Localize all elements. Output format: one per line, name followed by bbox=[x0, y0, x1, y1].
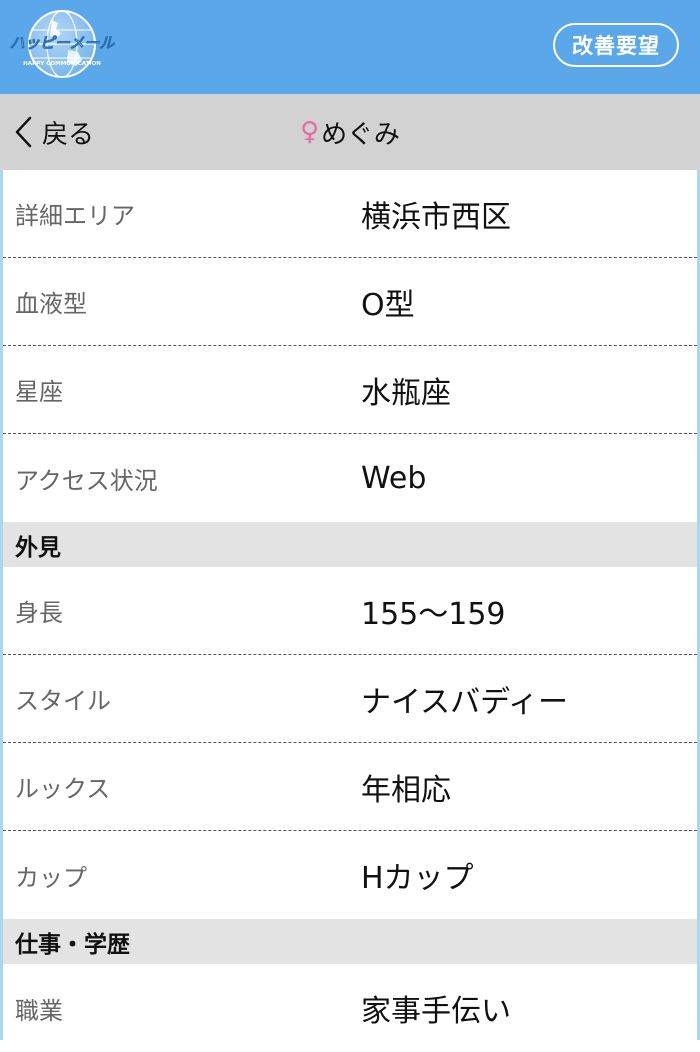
profile-row-area: 詳細エリア 横浜市西区 bbox=[3, 170, 697, 258]
row-value: 水瓶座 bbox=[361, 375, 451, 411]
profile-row-zodiac: 星座 水瓶座 bbox=[3, 346, 697, 434]
row-label: アクセス状況 bbox=[15, 466, 158, 495]
page-title: ♀ めぐみ bbox=[0, 94, 700, 170]
logo-text: ハッピーメール bbox=[10, 34, 115, 52]
row-label: 職業 bbox=[15, 996, 63, 1025]
profile-name: めぐみ bbox=[321, 119, 400, 150]
improvement-request-button[interactable]: 改善要望 bbox=[553, 23, 679, 67]
row-label: ルックス bbox=[15, 775, 111, 803]
globe-logo-icon: ハッピーメール HAPPY COMMUNICATION bbox=[9, 10, 115, 78]
row-label: 血液型 bbox=[15, 290, 87, 318]
profile-row-access: アクセス状況 Web bbox=[3, 434, 697, 522]
row-label: 身長 bbox=[15, 599, 63, 627]
row-value: 横浜市西区 bbox=[361, 199, 511, 235]
logo-subtext: HAPPY COMMUNICATION bbox=[23, 61, 101, 67]
profile-row-height: 身長 155〜159 bbox=[3, 567, 697, 655]
row-label: スタイル bbox=[15, 687, 111, 715]
row-value: O型 bbox=[361, 287, 415, 323]
nav-bar: 戻る ♀ めぐみ bbox=[0, 94, 700, 170]
profile-detail-list: 詳細エリア 横浜市西区 血液型 O型 星座 水瓶座 アクセス状況 Web 外見 … bbox=[0, 170, 700, 1040]
row-label: 詳細エリア bbox=[15, 202, 135, 230]
profile-row-cup: カップ Hカップ bbox=[3, 831, 697, 919]
section-header-work-education: 仕事・学歴 bbox=[3, 919, 697, 964]
row-value: Web bbox=[361, 460, 427, 496]
profile-row-style: スタイル ナイスバディー bbox=[3, 655, 697, 743]
section-header-appearance: 外見 bbox=[3, 522, 697, 567]
profile-row-occupation: 職業 家事手伝い bbox=[3, 964, 697, 1052]
profile-row-looks: ルックス 年相応 bbox=[3, 743, 697, 831]
profile-row-blood-type: 血液型 O型 bbox=[3, 258, 697, 346]
row-value: ナイスバディー bbox=[361, 684, 568, 720]
female-icon: ♀ bbox=[300, 117, 320, 147]
app-header: ハッピーメール HAPPY COMMUNICATION 改善要望 bbox=[0, 0, 700, 94]
row-value: 155〜159 bbox=[361, 596, 506, 632]
row-label: 星座 bbox=[15, 378, 63, 406]
row-value: 年相応 bbox=[361, 772, 451, 808]
row-value: Hカップ bbox=[361, 861, 474, 896]
row-value: 家事手伝い bbox=[361, 994, 511, 1029]
happymail-logo[interactable]: ハッピーメール HAPPY COMMUNICATION bbox=[8, 8, 116, 86]
row-label: カップ bbox=[15, 863, 87, 892]
